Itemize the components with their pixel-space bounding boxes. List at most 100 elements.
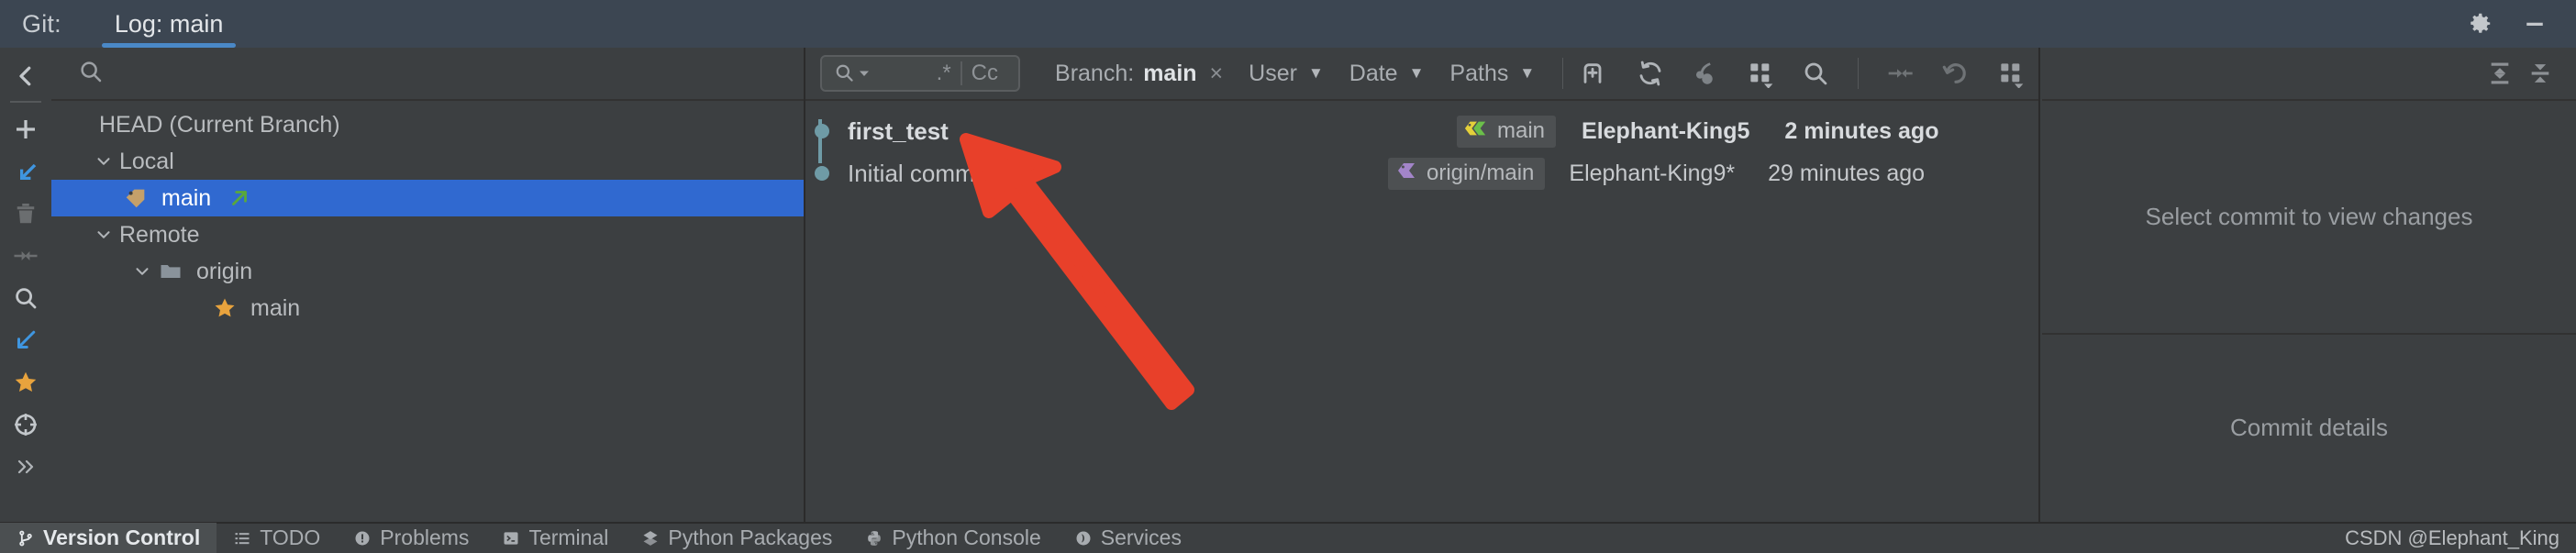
tab-label: Log: main xyxy=(114,9,224,38)
bottom-item-label: Problems xyxy=(380,525,470,549)
commit-row[interactable]: Initial commit origin/main Elephant-King… xyxy=(805,152,2038,194)
bottom-item-label: Python Console xyxy=(892,525,1041,549)
tree-item-label: Local xyxy=(119,148,174,174)
show-options-icon[interactable] xyxy=(1733,52,1788,94)
more-icon[interactable] xyxy=(0,446,51,488)
tree-item-local[interactable]: Local xyxy=(51,143,804,180)
titlebar-actions xyxy=(2464,8,2576,39)
tree-item-label: main xyxy=(250,294,301,321)
search-icon[interactable] xyxy=(1788,52,1843,94)
tree-item-head[interactable]: HEAD (Current Branch) xyxy=(51,106,804,143)
branch-filter[interactable]: Branch: main × xyxy=(1042,61,1236,87)
commit-date: 29 minutes ago xyxy=(1768,160,1926,186)
tree-item-remote[interactable]: Remote xyxy=(51,216,804,253)
commit-list: first_test main Elephant-King5 2 minutes… xyxy=(805,101,2038,194)
branch-search-input[interactable] xyxy=(119,59,804,88)
bottom-item-python-packages[interactable]: Python Packages xyxy=(625,523,849,553)
bottom-item-label: Version Control xyxy=(43,525,201,549)
grid-options-icon[interactable] xyxy=(1983,52,2038,94)
commit-date: 2 minutes ago xyxy=(1784,117,1939,144)
folder-icon xyxy=(158,259,183,284)
bottom-item-label: Terminal xyxy=(528,525,609,549)
todo-icon xyxy=(233,529,251,547)
user-filter[interactable]: User ▼ xyxy=(1236,61,1337,87)
terminal-icon xyxy=(502,529,520,547)
graph-node xyxy=(805,164,838,182)
star-icon xyxy=(212,295,238,321)
right-details-pane: Select commit to view changes Commit det… xyxy=(2042,48,2576,522)
bottom-item-version-control[interactable]: Version Control xyxy=(0,523,217,553)
tree-item-label: origin xyxy=(196,258,253,284)
add-icon[interactable] xyxy=(0,108,51,150)
search-dropdown-icon[interactable] xyxy=(833,61,870,85)
refresh-icon[interactable] xyxy=(1623,52,1678,94)
paths-filter-label: Paths xyxy=(1449,60,1509,86)
git-log-window: Git: Log: main HEAD (Current Branch) Loc… xyxy=(0,0,2576,553)
bottom-item-problems[interactable]: Problems xyxy=(337,523,485,553)
tree-item-remote-main[interactable]: main xyxy=(51,290,804,326)
collapse-into-icon[interactable] xyxy=(1873,52,1928,94)
problems-icon xyxy=(353,529,372,547)
branch-filter-clear-icon[interactable]: × xyxy=(1210,61,1224,87)
commit-ref-chip[interactable]: origin/main xyxy=(1388,157,1546,190)
branch-icon xyxy=(17,529,35,547)
search-icon[interactable] xyxy=(0,277,51,319)
rebase-icon[interactable] xyxy=(0,319,51,361)
paths-filter[interactable]: Paths ▼ xyxy=(1437,61,1548,87)
bottom-tool-window-bar: Version Control TODO Problems Terminal P… xyxy=(0,522,2576,553)
expand-all-icon[interactable] xyxy=(2484,58,2515,89)
branch-panel: HEAD (Current Branch) Local main Remote … xyxy=(51,48,805,522)
search-icon xyxy=(77,58,105,90)
cherry-pick-icon[interactable] xyxy=(1678,52,1733,94)
tree-item-origin[interactable]: origin xyxy=(51,253,804,290)
graph-node xyxy=(805,122,838,140)
revert-icon[interactable] xyxy=(1928,52,1983,94)
toolbar-divider xyxy=(10,101,41,103)
gear-icon[interactable] xyxy=(2464,8,2495,39)
date-filter[interactable]: Date ▼ xyxy=(1337,61,1438,87)
log-search-box[interactable]: .* Cc xyxy=(820,55,1021,92)
commit-ref-chip[interactable]: main xyxy=(1457,115,1557,148)
favorite-star-icon[interactable] xyxy=(0,361,51,404)
tree-item-local-main[interactable]: main xyxy=(51,180,804,216)
bottom-item-terminal[interactable]: Terminal xyxy=(485,523,625,553)
match-case-toggle-button[interactable]: Cc xyxy=(962,62,1007,84)
commit-details-placeholder: Commit details xyxy=(2230,413,2388,441)
tree-item-label: HEAD (Current Branch) xyxy=(99,111,340,138)
toolbar-divider xyxy=(1562,58,1564,89)
commit-ref-label: main xyxy=(1497,118,1546,143)
merge-icon[interactable] xyxy=(0,235,51,277)
delete-icon[interactable] xyxy=(0,193,51,235)
back-icon[interactable] xyxy=(0,55,51,97)
commit-author: Elephant-King5 xyxy=(1582,117,1750,144)
new-branch-icon[interactable] xyxy=(1578,52,1607,94)
tab-log-main[interactable]: Log: main xyxy=(96,0,242,48)
git-label: Git: xyxy=(22,9,61,38)
changes-panel: Select commit to view changes xyxy=(2042,101,2576,335)
chevron-down-icon[interactable] xyxy=(130,261,154,282)
arrow-up-right-icon xyxy=(228,186,251,210)
regex-toggle-button[interactable]: .* xyxy=(927,62,960,84)
chevron-down-icon[interactable] xyxy=(92,225,116,245)
packages-icon xyxy=(641,529,660,547)
log-filters: Branch: main × User ▼ Date ▼ Paths ▼ xyxy=(1042,61,1548,87)
user-filter-label: User xyxy=(1249,60,1297,86)
log-toolbar-icons xyxy=(1623,52,1843,94)
bottom-item-todo[interactable]: TODO xyxy=(217,523,337,553)
branch-tree: HEAD (Current Branch) Local main Remote … xyxy=(51,101,804,326)
minimize-icon[interactable] xyxy=(2519,8,2550,39)
bottom-item-services[interactable]: Services xyxy=(1058,523,1198,553)
commit-row[interactable]: first_test main Elephant-King5 2 minutes… xyxy=(805,110,2038,152)
left-tool-strip xyxy=(0,48,51,522)
log-area: .* Cc Branch: main × User ▼ Date ▼ Paths… xyxy=(805,48,2040,522)
commit-ref-label: origin/main xyxy=(1427,160,1535,185)
commit-details-panel: Commit details xyxy=(2042,335,2576,520)
watermark: CSDN @Elephant_King xyxy=(2345,525,2559,549)
update-project-icon[interactable] xyxy=(0,150,51,193)
target-icon[interactable] xyxy=(0,404,51,446)
branch-search-bar[interactable] xyxy=(51,48,804,101)
collapse-all-icon[interactable] xyxy=(2525,58,2556,89)
chevron-down-icon[interactable] xyxy=(92,151,116,171)
chevron-down-icon: ▼ xyxy=(1307,64,1324,82)
bottom-item-python-console[interactable]: Python Console xyxy=(849,523,1057,553)
